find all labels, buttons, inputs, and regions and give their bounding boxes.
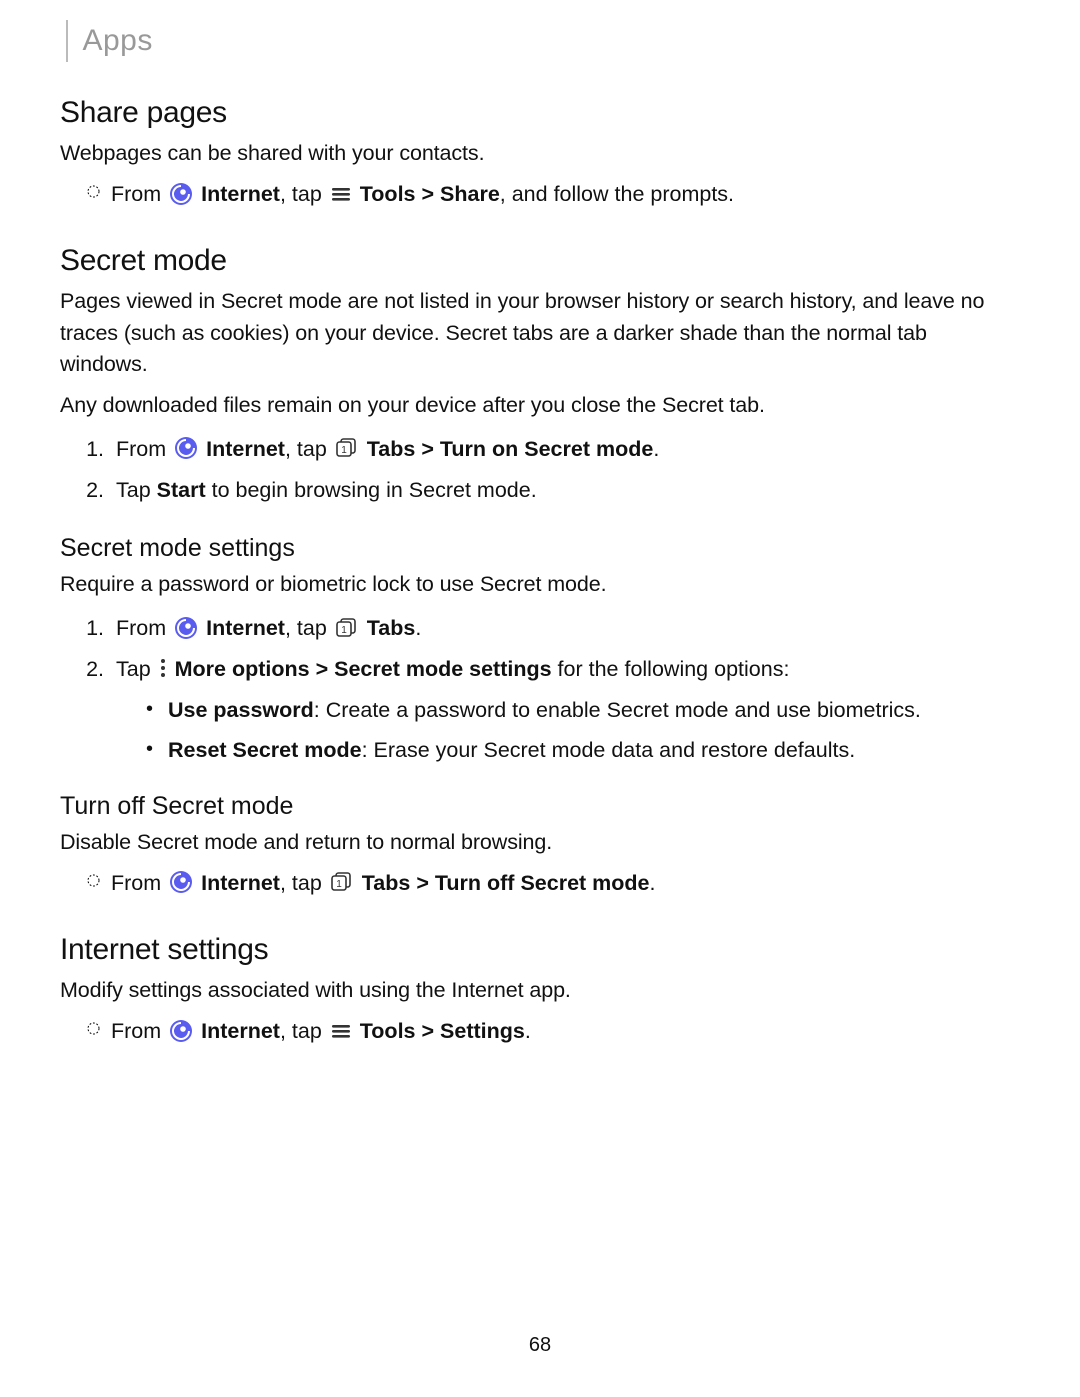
header-title: Apps — [82, 24, 152, 57]
heading-share-pages: Share pages — [60, 96, 1020, 130]
turn-off-step: From Internet, tap 1 Tabs > Turn off Sec… — [86, 868, 1020, 899]
list-item: From Internet, tap 1 Tabs > Turn on Secr… — [110, 431, 1020, 468]
secret-mode-p2: Any downloaded files remain on your devi… — [60, 390, 1020, 421]
secret-mode-p1: Pages viewed in Secret mode are not list… — [60, 286, 1020, 380]
internet-settings-intro: Modify settings associated with using th… — [60, 975, 1020, 1006]
internet-app-icon — [174, 616, 198, 640]
dotted-circle-bullet-icon — [86, 184, 101, 199]
internet-app-icon — [174, 436, 198, 460]
svg-text:1: 1 — [341, 445, 347, 456]
step-text: From Internet, tap Tools > Settings. — [111, 1016, 531, 1047]
svg-text:1: 1 — [341, 625, 347, 636]
heading-internet-settings: Internet settings — [60, 933, 1020, 967]
tabs-icon: 1 — [330, 871, 354, 893]
hamburger-menu-icon — [330, 183, 352, 205]
page-number: 68 — [0, 1334, 1080, 1357]
tabs-icon: 1 — [335, 617, 359, 639]
step-text: From Internet, tap 1 Tabs > Turn off Sec… — [111, 868, 655, 899]
secret-settings-options: Use password: Create a password to enabl… — [146, 695, 1020, 765]
tabs-icon: 1 — [335, 437, 359, 459]
internet-app-icon — [169, 182, 193, 206]
secret-settings-steps: From Internet, tap 1 Tabs. Tap More opti… — [110, 610, 1020, 765]
more-options-icon — [159, 657, 167, 679]
turn-off-intro: Disable Secret mode and return to normal… — [60, 827, 1020, 858]
heading-secret-mode-settings: Secret mode settings — [60, 534, 1020, 563]
list-item: Use password: Create a password to enabl… — [146, 695, 1020, 726]
share-pages-intro: Webpages can be shared with your contact… — [60, 138, 1020, 169]
list-item: From Internet, tap 1 Tabs. — [110, 610, 1020, 647]
dotted-circle-bullet-icon — [86, 873, 101, 888]
secret-settings-intro: Require a password or biometric lock to … — [60, 569, 1020, 600]
share-pages-step: From Internet, tap Tools > Share, and fo… — [86, 179, 1020, 210]
header-rule — [66, 20, 68, 62]
svg-text:1: 1 — [336, 879, 342, 890]
internet-app-icon — [169, 870, 193, 894]
manual-page: Apps Share pages Webpages can be shared … — [0, 0, 1080, 1397]
list-item: Tap More options > Secret mode settings … — [110, 651, 1020, 766]
heading-turn-off-secret-mode: Turn off Secret mode — [60, 792, 1020, 821]
step-text: From Internet, tap Tools > Share, and fo… — [111, 179, 734, 210]
heading-secret-mode: Secret mode — [60, 244, 1020, 278]
secret-mode-steps: From Internet, tap 1 Tabs > Turn on Secr… — [110, 431, 1020, 508]
list-item: Tap Start to begin browsing in Secret mo… — [110, 472, 1020, 509]
page-header: Apps — [60, 20, 1020, 62]
hamburger-menu-icon — [330, 1020, 352, 1042]
list-item: Reset Secret mode: Erase your Secret mod… — [146, 735, 1020, 766]
dotted-circle-bullet-icon — [86, 1021, 101, 1036]
internet-app-icon — [169, 1019, 193, 1043]
internet-settings-step: From Internet, tap Tools > Settings. — [86, 1016, 1020, 1047]
